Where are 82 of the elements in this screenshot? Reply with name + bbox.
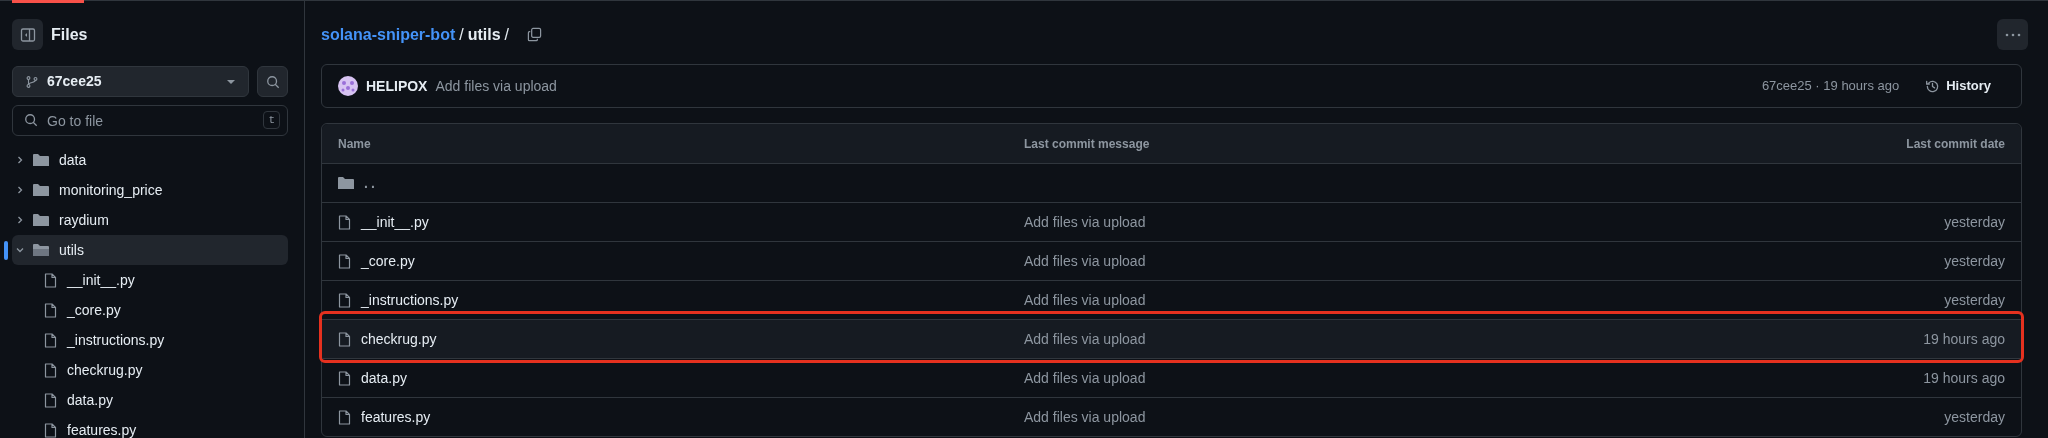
avatar-icon [338, 76, 358, 96]
author-link[interactable]: HELIPOX [366, 75, 428, 97]
repo-link[interactable]: solana-sniper-bot [321, 22, 456, 47]
commit-date: yesterday [1943, 290, 2005, 310]
folder-icon [33, 153, 49, 167]
commit-sha-time: 67cee25 · 19 hours ago [1761, 77, 1900, 96]
file-icon [338, 331, 351, 347]
folder-icon [33, 183, 49, 197]
search-icon [24, 113, 38, 127]
file-tree-item[interactable]: _instructions.py [12, 325, 288, 355]
path-separator: / [504, 24, 510, 45]
chevron-down-icon [15, 245, 25, 255]
more-icon [2004, 32, 2021, 37]
file-link[interactable]: data.py [361, 367, 407, 389]
file-row[interactable]: features.py Add files via upload yesterday [322, 397, 2021, 436]
history-button[interactable]: History [1921, 72, 1995, 100]
file-row[interactable]: data.py Add files via upload 19 hours ago [322, 358, 2021, 397]
commit-message-link[interactable]: Add files via upload [1024, 289, 1146, 311]
sidebar-panel-icon [19, 26, 36, 43]
file-row[interactable]: __init__.py Add files via upload yesterday [322, 202, 2021, 241]
column-header: Name [338, 135, 372, 153]
folder-icon [338, 176, 354, 190]
file-row[interactable]: .. [322, 163, 2021, 202]
file-icon [338, 409, 351, 425]
file-icon [338, 370, 351, 386]
commit-message-link[interactable]: Add files via upload [435, 75, 557, 97]
folder-tree-item[interactable]: monitoring_price [12, 175, 288, 205]
file-icon [44, 422, 57, 438]
file-icon [44, 392, 57, 408]
file-icon [44, 362, 57, 378]
commit-message-link[interactable]: Add files via upload [1024, 328, 1146, 350]
caret-icon [226, 78, 236, 85]
file-tree-item[interactable]: features.py [12, 415, 288, 438]
copy-icon [526, 27, 542, 42]
collapse-sidebar-button[interactable] [12, 19, 43, 50]
file-icon [44, 332, 57, 348]
chevron-right-icon [15, 185, 25, 195]
search-button[interactable] [257, 66, 288, 97]
commit-message-link[interactable]: Add files via upload [1024, 367, 1146, 389]
file-icon [44, 302, 57, 318]
file-icon [338, 253, 351, 269]
selection-indicator [4, 241, 8, 260]
file-icon [44, 272, 57, 288]
file-link[interactable]: features.py [361, 406, 431, 428]
file-tree-item[interactable]: _core.py [12, 295, 288, 325]
file-link[interactable]: checkrug.py [361, 328, 437, 350]
folder-tree-item[interactable]: data [12, 145, 288, 175]
file-icon [338, 292, 351, 308]
keyboard-shortcut: t [263, 111, 280, 129]
file-row[interactable]: _core.py Add files via upload yesterday [322, 241, 2021, 280]
file-link[interactable]: _instructions.py [361, 289, 459, 311]
commit-date: yesterday [1943, 212, 2005, 232]
active-tab-indicator [12, 0, 84, 3]
history-icon [1925, 78, 1941, 94]
file-row[interactable]: checkrug.py Add files via upload 19 hours ago [322, 319, 2021, 358]
parent-directory-link[interactable]: .. [364, 172, 378, 194]
path-separator: / [459, 24, 464, 45]
file-tree-item[interactable]: data.py [12, 385, 288, 415]
current-folder: utils [467, 24, 501, 45]
branch-selector[interactable]: 67cee25 [12, 66, 249, 97]
file-link[interactable]: __init__.py [361, 211, 429, 233]
commit-date: yesterday [1943, 407, 2005, 427]
file-icon [338, 214, 351, 230]
branch-icon [25, 74, 39, 89]
column-header: Last commit date [1905, 135, 2005, 153]
commit-message-link[interactable]: Add files via upload [1024, 406, 1146, 428]
commit-message-link[interactable]: Add files via upload [1024, 250, 1146, 272]
column-header: Last commit message [1024, 135, 1151, 153]
commit-message-link[interactable]: Add files via upload [1024, 211, 1146, 233]
commit-date: 19 hours ago [1922, 368, 2005, 388]
search-icon [265, 74, 280, 89]
commit-date: 19 hours ago [1922, 329, 2005, 349]
sidebar-title: Files [51, 24, 88, 45]
file-link[interactable]: _core.py [361, 250, 415, 272]
commit-date: yesterday [1943, 251, 2005, 271]
folder-icon [33, 213, 49, 227]
folder-tree-item[interactable]: raydium [12, 205, 288, 235]
file-tree-item[interactable]: checkrug.py [12, 355, 288, 385]
chevron-right-icon [15, 215, 25, 225]
folder-icon [33, 243, 49, 257]
chevron-right-icon [15, 155, 25, 165]
file-tree-item[interactable]: __init__.py [12, 265, 288, 295]
